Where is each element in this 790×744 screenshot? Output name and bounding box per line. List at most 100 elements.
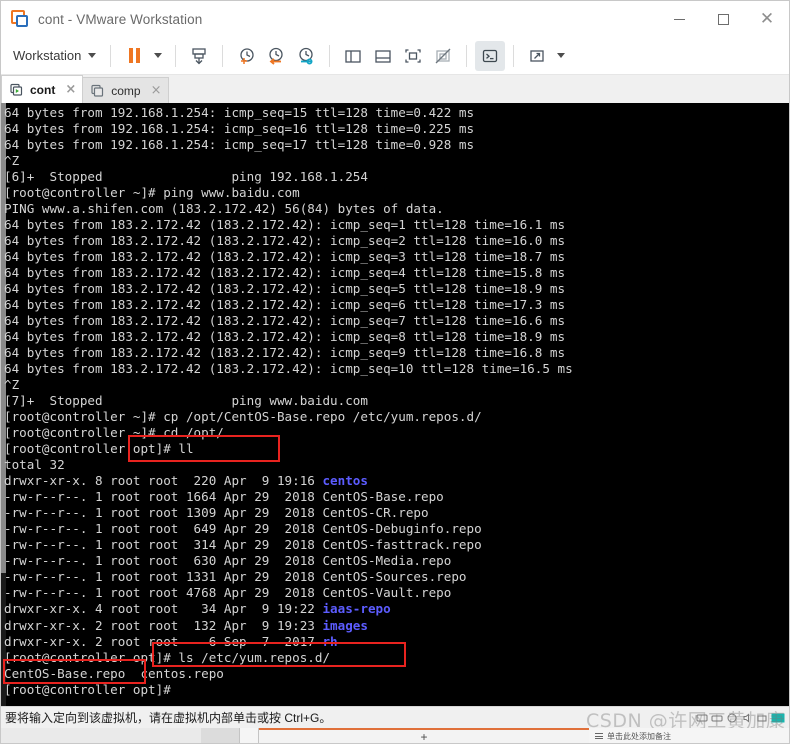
- terminal-line: 64 bytes from 183.2.172.42 (183.2.172.42…: [4, 345, 566, 361]
- toolbar-separator: [329, 44, 331, 67]
- terminal-line: 64 bytes from 183.2.172.42 (183.2.172.42…: [4, 233, 566, 249]
- terminal-line: -rw-r--r--. 1 root root 1309 Apr 29 2018…: [4, 505, 429, 521]
- plus-icon: +: [420, 730, 428, 744]
- title-bar-left: cont - VMware Workstation: [1, 10, 657, 28]
- terminal-line: drwxr-xr-x. 4 root root 34 Apr 9 19:22 i…: [4, 601, 391, 617]
- maximize-icon: [717, 13, 729, 25]
- input-hint-bar: 要将输入定向到该虚拟机，请在虚拟机内部单击或按 Ctrl+G。: [1, 706, 789, 728]
- input-hint-message: 要将输入定向到该虚拟机，请在虚拟机内部单击或按 Ctrl+G。: [5, 711, 332, 725]
- console-prompt-icon: [483, 49, 498, 62]
- fullscreen-icon: [405, 48, 422, 63]
- sound-icon[interactable]: [741, 712, 753, 724]
- show-thumbnail-bar-button[interactable]: [368, 41, 398, 71]
- minimize-icon: [673, 18, 685, 20]
- terminal-line: [7]+ Stopped ping www.baidu.com: [4, 393, 368, 409]
- tab-cont-close-icon[interactable]: ×: [65, 82, 76, 97]
- toolbar-separator: [110, 44, 112, 67]
- close-icon: ✕: [759, 8, 775, 29]
- show-library-button[interactable]: [338, 41, 368, 71]
- toolbar-separator: [466, 44, 468, 67]
- unity-disabled-icon: [435, 48, 451, 63]
- terminal-line: 64 bytes from 183.2.172.42 (183.2.172.42…: [4, 217, 566, 233]
- split-panel-icon: [345, 49, 362, 63]
- os-taskbar-sliver: + 单击此处添加备注: [1, 728, 789, 744]
- window-controls: ✕: [657, 1, 789, 37]
- download-to-vm-icon: [192, 47, 207, 64]
- tab-cont-label: cont: [30, 82, 56, 97]
- suspend-vm-button[interactable]: [119, 41, 149, 71]
- install-tools-button[interactable]: [184, 41, 214, 71]
- terminal-line: 64 bytes from 192.168.1.254: icmp_seq=15…: [4, 105, 475, 120]
- clock-back-icon: [269, 47, 284, 65]
- toolbar-separator: [222, 44, 224, 67]
- terminal-line: ^Z: [4, 153, 20, 169]
- vm-console-terminal[interactable]: 64 bytes from 192.168.1.254: icmp_seq=15…: [1, 103, 789, 706]
- terminal-directory-entry: iaas-repo: [322, 601, 391, 617]
- terminal-line: [root@controller opt]# ll: [4, 441, 194, 457]
- printer-icon[interactable]: [756, 712, 768, 724]
- terminal-line: 64 bytes from 192.168.1.254: icmp_seq=17…: [4, 137, 475, 153]
- terminal-line: drwxr-xr-x. 2 root root 132 Apr 9 19:23 …: [4, 617, 368, 633]
- terminal-line: -rw-r--r--. 1 root root 314 Apr 29 2018 …: [4, 537, 482, 553]
- hdd-icon[interactable]: [696, 712, 708, 724]
- terminal-line: 64 bytes from 183.2.172.42 (183.2.172.42…: [4, 281, 566, 297]
- terminal-line: 64 bytes from 183.2.172.42 (183.2.172.42…: [4, 265, 566, 281]
- terminal-line: 64 bytes from 183.2.172.42 (183.2.172.42…: [4, 249, 566, 265]
- terminal-line: PING www.a.shifen.com (183.2.172.42) 56(…: [4, 201, 444, 217]
- tab-comp-close-icon[interactable]: ×: [151, 83, 162, 98]
- vmware-logo-icon: [11, 10, 29, 28]
- terminal-line: drwxr-xr-x. 2 root root 6 Sep 7 2017 rh: [4, 633, 338, 649]
- tab-comp[interactable]: comp ×: [82, 77, 169, 103]
- manage-snapshots-button[interactable]: [291, 41, 321, 71]
- console-view-button[interactable]: [475, 40, 506, 71]
- unity-mode-button[interactable]: [428, 41, 458, 71]
- tab-cont[interactable]: cont ×: [1, 75, 84, 103]
- vmware-workstation-window: cont - VMware Workstation ✕ Workstation: [0, 0, 790, 744]
- terminal-line: [root@controller opt]# ls /etc/yum.repos…: [4, 649, 331, 665]
- close-button[interactable]: ✕: [745, 1, 789, 37]
- chevron-down-icon: [154, 53, 163, 58]
- minimize-button[interactable]: [657, 1, 701, 37]
- terminal-directory-entry: rh: [322, 633, 338, 649]
- terminal-line: [root@controller ~]# cp /opt/CentOS-Base…: [4, 409, 482, 425]
- display-icon[interactable]: [771, 712, 785, 724]
- workstation-menu-button[interactable]: Workstation: [9, 46, 102, 65]
- view-dropdown-button[interactable]: [552, 41, 570, 71]
- network-icon[interactable]: [711, 712, 723, 724]
- terminal-directory-entry: centos: [322, 473, 368, 489]
- chevron-down-icon: [88, 53, 97, 58]
- terminal-line: total 32: [4, 457, 65, 473]
- toolbar-separator: [513, 44, 515, 67]
- usb-icon[interactable]: [726, 712, 738, 724]
- note-lines-icon: [595, 733, 603, 739]
- toolbar-separator: [175, 44, 177, 67]
- terminal-line: -rw-r--r--. 1 root root 649 Apr 29 2018 …: [4, 521, 482, 537]
- vm-tab-strip: cont × comp ×: [1, 75, 789, 103]
- maximize-button[interactable]: [701, 1, 745, 37]
- terminal-line: [root@controller opt]#: [4, 681, 179, 697]
- terminal-output: 64 bytes from 192.168.1.254: icmp_seq=15…: [4, 105, 789, 698]
- terminal-line: -rw-r--r--. 1 root root 1664 Apr 29 2018…: [4, 489, 444, 505]
- add-tab-button[interactable]: +: [259, 728, 589, 744]
- terminal-line: 64 bytes from 192.168.1.254: icmp_seq=16…: [4, 121, 475, 137]
- terminal-line: CentOS-Base.repo centos.repo: [4, 665, 224, 681]
- power-dropdown-button[interactable]: [149, 41, 167, 71]
- add-note-button[interactable]: 单击此处添加备注: [589, 728, 789, 743]
- taskbar-segment-left: [1, 728, 201, 743]
- terminal-directory-entry: images: [322, 617, 368, 633]
- bottom-panel-icon: [375, 49, 392, 63]
- revert-snapshot-button[interactable]: [261, 41, 291, 71]
- take-snapshot-button[interactable]: [231, 41, 261, 71]
- taskbar-segment-mid: [201, 728, 239, 743]
- terminal-line: [root@controller ~]# ping www.baidu.com: [4, 185, 300, 201]
- stretch-view-button[interactable]: [522, 41, 552, 71]
- terminal-line: 64 bytes from 183.2.172.42 (183.2.172.42…: [4, 297, 566, 313]
- vm-device-status-icons: [696, 712, 789, 724]
- taskbar-segment-divider: [239, 728, 259, 743]
- terminal-line: ^Z: [4, 377, 20, 393]
- terminal-line: [root@controller ~]# cd /opt/: [4, 425, 224, 441]
- clock-wrench-icon: [299, 47, 314, 65]
- terminal-line: 64 bytes from 183.2.172.42 (183.2.172.42…: [4, 361, 573, 377]
- full-screen-button[interactable]: [398, 41, 428, 71]
- window-title: cont - VMware Workstation: [38, 11, 203, 27]
